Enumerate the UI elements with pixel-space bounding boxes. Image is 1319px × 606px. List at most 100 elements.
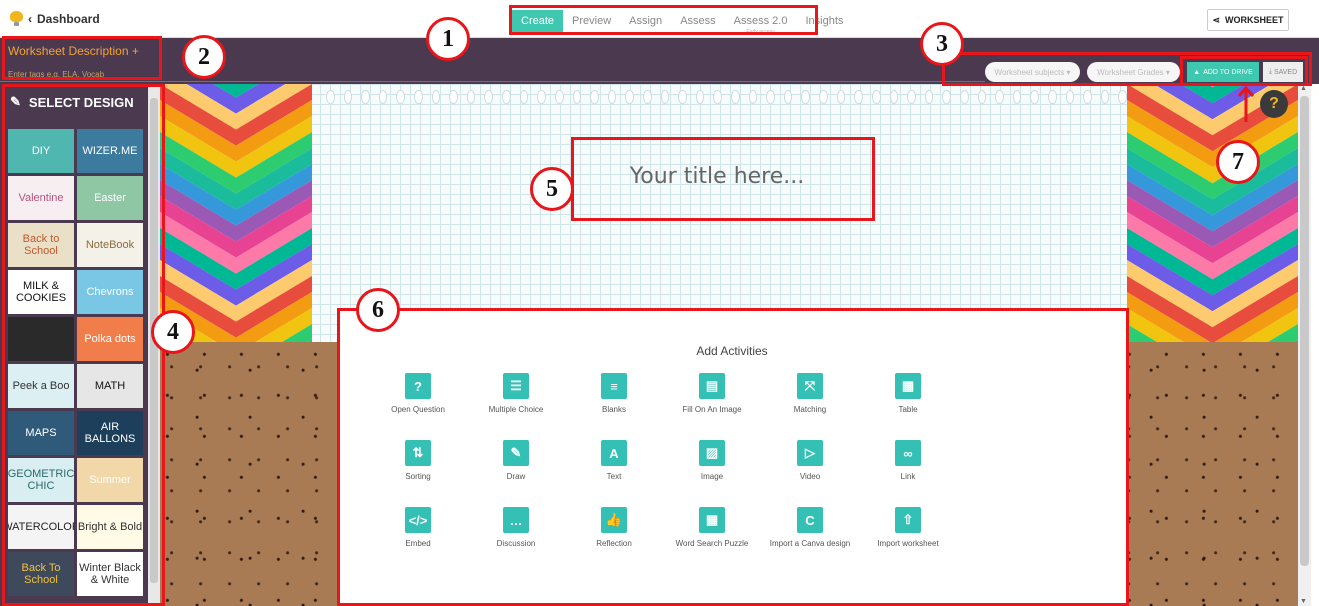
add-to-drive-button[interactable]: ▲ ADD TO DRIVE <box>1187 62 1259 82</box>
worksheet-share-button[interactable]: ⋖ WORKSHEET <box>1207 9 1289 31</box>
add-activities-panel: Add Activities ? Open Question ☰ Multiple C… <box>338 310 1126 606</box>
subjects-dropdown[interactable]: Worksheet subjects ▾ <box>985 62 1080 82</box>
embed-icon: </> <box>405 507 431 533</box>
callout-number-3: 3 <box>920 22 964 66</box>
hole <box>625 90 634 104</box>
activity-blanks[interactable]: ≡ Blanks <box>568 373 660 414</box>
design-thumbnail[interactable]: Bright & Bold <box>77 505 143 549</box>
callout-number-5: 5 <box>530 167 574 211</box>
top-bar: ‹ Dashboard Create Preview Assign Assess… <box>0 0 1319 38</box>
activity-label: Draw <box>506 472 526 481</box>
activity-sorting[interactable]: ⇅ Sorting <box>372 440 464 481</box>
activity-label: Text <box>606 472 622 481</box>
word-search-icon: ▦ <box>699 507 725 533</box>
activity-label: Matching <box>793 405 827 414</box>
select-design-label: SELECT DESIGN <box>28 94 134 110</box>
design-thumbnail[interactable]: Easter <box>77 176 143 220</box>
hole <box>977 90 987 104</box>
design-thumbnail[interactable]: Back To School <box>8 552 74 596</box>
design-thumbnail[interactable]: NoteBook <box>77 223 143 267</box>
design-thumbnail[interactable]: DIY <box>8 129 74 173</box>
subjects-label: Worksheet subjects <box>994 67 1065 77</box>
select-design-heading: ✎ SELECT DESIGN <box>10 94 134 110</box>
design-thumbnail[interactable]: Winter Black & White <box>77 552 143 596</box>
image-icon: ▨ <box>699 440 725 466</box>
canva-icon: C <box>797 507 823 533</box>
hole <box>907 90 916 104</box>
activity-import[interactable]: ⇧ Import worksheet <box>862 507 954 548</box>
matching-icon: ⤧ <box>797 373 823 399</box>
grades-label: Worksheet Grades <box>1097 67 1164 77</box>
activity-table[interactable]: ▦ Table <box>862 373 954 414</box>
activity-link[interactable]: ∞ Link <box>862 440 954 481</box>
hole <box>361 90 370 104</box>
activity-open-question[interactable]: ? Open Question <box>372 373 464 414</box>
worksheet-description-button[interactable]: Worksheet Description + <box>8 44 139 58</box>
activity-reflection[interactable]: 👍 Reflection <box>568 507 660 548</box>
tab-create[interactable]: Create <box>512 10 564 32</box>
page-scroll-thumb[interactable] <box>1300 96 1309 566</box>
tab-assign[interactable]: Assign <box>620 10 671 32</box>
paint-brush-icon: ✎ <box>10 94 21 109</box>
hole <box>378 90 388 104</box>
activity-word-search[interactable]: ▦ Word Search Puzzle <box>666 507 758 548</box>
design-thumbnail[interactable]: WATERCOLOR <box>8 505 74 549</box>
hole <box>642 90 652 104</box>
design-thumbnail[interactable]: MAPS <box>8 411 74 455</box>
scroll-up-arrow-icon[interactable]: ▲ <box>1300 85 1307 92</box>
saved-button[interactable]: ⤓ SAVED <box>1263 62 1303 82</box>
scroll-down-arrow-icon[interactable]: ▼ <box>1300 598 1307 605</box>
design-thumbnail[interactable]: MATH <box>77 364 143 408</box>
activity-fill-image[interactable]: ▤ Fill On An Image <box>666 373 758 414</box>
design-thumbnail[interactable]: GEOMETRIC CHIC <box>8 458 74 502</box>
dashboard-label: Dashboard <box>37 11 100 26</box>
design-thumbnail[interactable]: Chevrons <box>77 270 143 314</box>
help-button[interactable]: ? <box>1260 90 1288 118</box>
grades-dropdown[interactable]: Worksheet Grades ▾ <box>1087 62 1180 82</box>
dashboard-link[interactable]: ‹ Dashboard <box>10 11 100 26</box>
hole <box>519 90 529 104</box>
activity-matching[interactable]: ⤧ Matching <box>764 373 856 414</box>
add-to-drive-label: ADD TO DRIVE <box>1203 68 1253 76</box>
hole <box>1012 90 1022 104</box>
activity-draw[interactable]: ✎ Draw <box>470 440 562 481</box>
tab-label: Assess <box>680 15 716 27</box>
hole <box>554 90 564 104</box>
design-thumbnail[interactable]: Summer <box>77 458 143 502</box>
activity-canva[interactable]: C Import a Canva design <box>764 507 856 548</box>
activity-label: Open Question <box>391 405 445 414</box>
tags-input[interactable]: Enter tags e.g. ELA, Vocab <box>8 70 104 79</box>
tab-insights[interactable]: Insights <box>796 10 852 32</box>
design-thumbnail[interactable]: Back to School <box>8 223 74 267</box>
tab-assess[interactable]: Assess <box>671 10 724 32</box>
activity-text[interactable]: A Text <box>568 440 660 481</box>
activity-label: Image <box>700 472 724 481</box>
activity-label: Word Search Puzzle <box>675 539 749 548</box>
design-thumbnail[interactable]: Polka dots <box>77 317 143 361</box>
lightbulb-logo-icon <box>10 11 23 26</box>
chevron-border-left <box>160 84 312 342</box>
hole <box>660 90 670 104</box>
hole <box>713 90 723 104</box>
worksheet-title-input[interactable]: Your title here... <box>577 164 857 204</box>
tab-preview[interactable]: Preview <box>563 10 620 32</box>
design-thumbnail[interactable]: AIR BALLONS <box>77 411 143 455</box>
design-thumbnail[interactable]: MILK & COOKIES <box>8 270 74 314</box>
hole <box>449 90 458 104</box>
activity-label: Fill On An Image <box>682 405 742 414</box>
tab-assess-2[interactable]: Assess 2.0 Early access <box>725 10 797 35</box>
chevron-left-icon: ‹ <box>28 11 32 26</box>
download-icon: ⤓ <box>1268 68 1272 75</box>
activity-image[interactable]: ▨ Image <box>666 440 758 481</box>
activity-label: Sorting <box>405 472 431 481</box>
design-thumbnail[interactable]: Peek a Boo <box>8 364 74 408</box>
activity-discussion[interactable]: … Discussion <box>470 507 562 548</box>
design-thumbnail[interactable]: WIZER.ME <box>77 129 143 173</box>
activity-video[interactable]: ▷ Video <box>764 440 856 481</box>
callout-number-4: 4 <box>151 310 195 354</box>
design-thumbnail[interactable] <box>8 317 74 361</box>
activity-multiple-choice[interactable]: ☰ Multiple Choice <box>470 373 562 414</box>
design-thumbnail[interactable]: Valentine <box>8 176 74 220</box>
page-scrollbar[interactable]: ▲ ▼ <box>1298 84 1311 606</box>
activity-embed[interactable]: </> Embed <box>372 507 464 548</box>
